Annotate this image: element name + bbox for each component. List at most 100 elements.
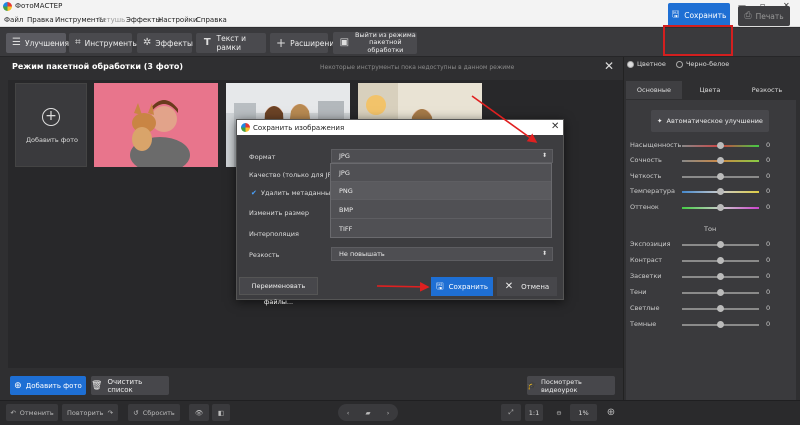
format-option-tiff[interactable]: TIFF — [331, 220, 551, 238]
slider-highlights[interactable]: Засветки 0 — [630, 270, 770, 282]
dialog-cancel-button[interactable]: ✕ Отмена — [497, 277, 557, 296]
watch-video-button[interactable]: 🎓 Посмотреть видеоурок — [527, 376, 615, 395]
dialog-title: Сохранить изображения — [253, 124, 345, 132]
add-photo-tile-label: Добавить фото — [25, 136, 79, 144]
undo-button[interactable]: ↶ Отменить — [6, 404, 58, 421]
slider-whites[interactable]: Светлые 0 — [630, 302, 770, 314]
menu-file[interactable]: Файл — [4, 16, 23, 24]
print-button[interactable]: ⎙ Печать — [738, 6, 790, 26]
slider-clarity[interactable]: Четкость 0 — [630, 170, 770, 182]
checkmark-icon[interactable]: ✔ — [251, 189, 257, 197]
menu-edit[interactable]: Правка — [27, 16, 54, 24]
slider-shadows[interactable]: Тени 0 — [630, 286, 770, 298]
slider-knob[interactable] — [717, 173, 724, 180]
menu-settings[interactable]: Настройки — [158, 16, 198, 24]
actual-size-button[interactable]: 1:1 — [525, 404, 543, 421]
graduation-cap-icon: 🎓 — [527, 381, 537, 390]
plus-circle-icon: ⊕ — [14, 380, 22, 391]
clear-list-button[interactable]: 🗑 Очистить список — [91, 376, 169, 395]
radio-color[interactable] — [627, 60, 634, 68]
slider-blacks[interactable]: Темные 0 — [630, 318, 770, 330]
redo-button[interactable]: Повторить ↷ — [62, 404, 118, 421]
slider-knob[interactable] — [717, 157, 724, 164]
slider-tint[interactable]: Оттенок 0 — [630, 201, 770, 213]
app-logo-icon — [241, 123, 250, 132]
rename-files-button[interactable]: Переименовать файлы... — [239, 277, 318, 306]
zoom-out-icon[interactable]: ⊖ — [549, 404, 569, 421]
tab-colors[interactable]: Цвета — [684, 81, 736, 99]
updown-arrows-icon: ⬍ — [541, 250, 547, 257]
format-dropdown-list: JPG PNG BMP TIFF — [330, 163, 552, 238]
bottom-bar — [0, 400, 800, 425]
slider-contrast[interactable]: Контраст 0 — [630, 254, 770, 266]
batch-mode-notice: Некоторые инструменты пока недоступны в … — [320, 64, 515, 71]
color-mode-row: Цветное Черно-белое — [627, 60, 729, 68]
reset-icon: ↺ — [133, 408, 139, 417]
slider-knob[interactable] — [717, 241, 724, 248]
tab-sharpness[interactable]: Резкость — [738, 81, 796, 99]
folder-icon[interactable]: ▰ — [358, 404, 378, 421]
slider-knob[interactable] — [717, 188, 724, 195]
slider-vibrance[interactable]: Сочность 0 — [630, 154, 770, 166]
quality-label: Качество (только для JPG) — [249, 171, 339, 179]
slider-knob[interactable] — [717, 257, 724, 264]
updown-arrows-icon: ⬍ — [541, 152, 547, 159]
close-icon: ✕ — [504, 281, 514, 292]
dialog-close-button[interactable]: ✕ — [551, 121, 559, 132]
trash-icon: 🗑 — [91, 380, 103, 391]
annotation-highlight-box — [663, 25, 733, 56]
slider-knob[interactable] — [717, 305, 724, 312]
sharpness-select[interactable]: Не повышать ⬍ — [331, 247, 553, 261]
photo-thumbnail[interactable] — [94, 83, 218, 167]
exit-batch-mode-button[interactable]: ▣ Выйти из режима пакетной обработки — [333, 31, 417, 54]
auto-enhance-button[interactable]: ✦ Автоматическое улучшение — [651, 110, 769, 132]
slider-knob[interactable] — [717, 142, 724, 149]
sliders-icon: ☰ — [12, 37, 21, 48]
reset-button[interactable]: ↺ Сбросить — [128, 404, 180, 421]
tab-enhance[interactable]: ☰ Улучшения — [6, 33, 69, 53]
slider-exposure[interactable]: Экспозиция 0 — [630, 238, 770, 250]
add-photo-button[interactable]: ⊕ Добавить фото — [10, 376, 86, 395]
menu-retouch[interactable]: Ретушь — [98, 16, 125, 24]
sharpness-label: Резкость — [249, 251, 280, 259]
slider-knob[interactable] — [717, 204, 724, 211]
format-select[interactable]: JPG ⬍ — [331, 149, 553, 163]
tab-text-frames[interactable]: T Текст и рамки — [196, 33, 266, 53]
tab-extensions[interactable]: + Расширения — [270, 33, 339, 53]
menu-effects[interactable]: Эффекты — [126, 16, 161, 24]
format-option-bmp[interactable]: BMP — [331, 201, 551, 219]
zoom-level[interactable]: 1% — [570, 404, 597, 421]
prev-photo-icon[interactable]: ‹ — [338, 404, 358, 421]
eye-icon[interactable]: 👁 — [189, 404, 209, 421]
slider-knob[interactable] — [717, 273, 724, 280]
next-photo-icon[interactable]: › — [378, 404, 398, 421]
menu-help[interactable]: Справка — [196, 16, 227, 24]
tab-tools[interactable]: ⌗ Инструменты — [69, 33, 138, 53]
app-title: ФотоМАСТЕР — [15, 2, 63, 10]
slider-knob[interactable] — [717, 321, 724, 328]
format-label: Формат — [249, 153, 276, 161]
slider-saturation[interactable]: Насыщенность 0 — [630, 139, 770, 151]
tone-section-header: Тон — [704, 225, 717, 233]
slider-knob[interactable] — [717, 289, 724, 296]
dialog-save-button[interactable]: 🖫 Сохранить — [431, 277, 493, 296]
radio-bw[interactable] — [675, 60, 683, 68]
batch-mode-title: Режим пакетной обработки (3 фото) — [12, 62, 183, 71]
save-button[interactable]: 🖫 Сохранить — [668, 3, 730, 27]
slider-temperature[interactable]: Температура 0 — [630, 185, 770, 197]
format-option-jpg[interactable]: JPG — [331, 164, 551, 182]
plus-icon: + — [276, 36, 287, 50]
interpolation-label: Интерполяция — [249, 230, 299, 238]
compare-icon[interactable]: ◧ — [212, 404, 230, 421]
tab-effects[interactable]: ✲ Эффекты — [137, 33, 193, 53]
close-batch-icon[interactable]: ✕ — [604, 59, 614, 73]
app-logo-icon — [3, 2, 12, 11]
magic-wand-icon: ✲ — [143, 37, 152, 48]
crop-icon: ⌗ — [75, 37, 81, 48]
add-photo-tile[interactable]: + Добавить фото — [15, 83, 87, 167]
magic-wand-icon: ✦ — [657, 117, 663, 125]
zoom-in-icon[interactable]: ⊕ — [602, 404, 620, 421]
format-option-png[interactable]: PNG — [331, 182, 551, 200]
fit-screen-icon[interactable]: ⤢ — [501, 404, 521, 421]
tab-basic[interactable]: Основные — [626, 81, 682, 99]
